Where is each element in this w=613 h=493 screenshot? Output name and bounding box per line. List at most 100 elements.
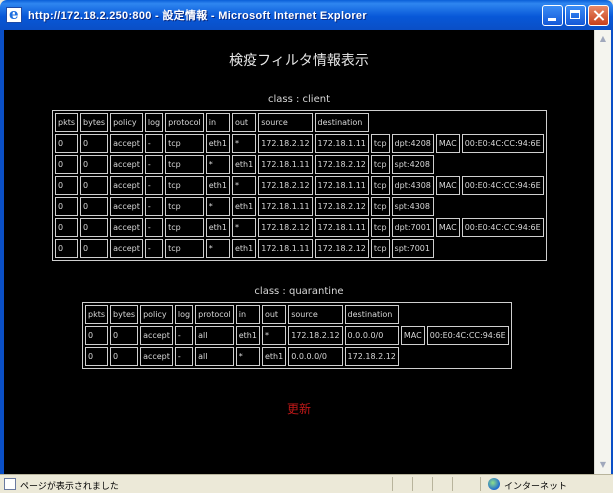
table-cell: 0: [55, 218, 79, 237]
table-cell: eth1: [235, 326, 260, 345]
table-row: 0 0 accept - tcp * eth1 172.18.1.11 172.18.2.12 t…: [55, 197, 544, 216]
table-cell: 172.18.2.12: [258, 218, 313, 237]
table-cell: eth1: [231, 155, 257, 174]
table-cell: tcp: [370, 239, 390, 258]
table-cell: 00:E0:4C:CC:94:6E: [461, 218, 544, 237]
column-header: protocol: [195, 305, 234, 324]
table-cell: 0: [110, 326, 139, 345]
table-cell: accept: [140, 347, 173, 366]
table-cell: 172.18.2.12: [314, 197, 369, 216]
table-cell: eth1: [205, 134, 230, 153]
table-cell: tcp: [165, 134, 204, 153]
table-cell: *: [231, 134, 257, 153]
table-row: 0 0 accept - tcp eth1 * 172.18.2.12 172.18.1.11 t…: [55, 134, 544, 153]
column-header: out: [261, 305, 287, 324]
table-cell: accept: [110, 134, 143, 153]
column-header: log: [144, 113, 164, 132]
table-cell: 172.18.1.11: [314, 218, 369, 237]
table-cell: 0: [110, 347, 139, 366]
table-cell: MAC: [400, 326, 425, 345]
table-cell: dpt:7001: [391, 218, 434, 237]
status-divider: [452, 477, 453, 491]
table-cell: 172.18.2.12: [258, 176, 313, 195]
status-bar: ページが表示されました インターネット: [0, 474, 613, 493]
minimize-button[interactable]: [542, 5, 563, 26]
table-cell: 0: [85, 347, 109, 366]
status-text: ページが表示されました: [20, 482, 119, 492]
table-cell: accept: [110, 176, 143, 195]
column-header: log: [174, 305, 194, 324]
client-section-title: class : client: [267, 94, 331, 105]
table-cell: 0: [55, 197, 79, 216]
table-cell: MAC: [435, 176, 460, 195]
page-title: 検疫フィルタ情報表示: [229, 53, 369, 69]
table-cell: tcp: [370, 176, 390, 195]
table-cell: accept: [110, 239, 143, 258]
table-cell: accept: [110, 197, 143, 216]
table-row: 0 0 accept - all * eth1 0.0.0.0/0 172.18.2.12: [85, 347, 509, 366]
table-cell: spt:4308: [391, 197, 434, 216]
table-cell: 172.18.2.12: [288, 326, 343, 345]
vertical-scrollbar[interactable]: ▲ ▼: [594, 30, 611, 474]
table-cell: 0: [80, 197, 109, 216]
table-cell: tcp: [165, 239, 204, 258]
scroll-down-arrow-icon[interactable]: ▼: [596, 458, 610, 472]
table-cell: all: [195, 347, 234, 366]
status-divider: [392, 477, 393, 491]
table-cell: -: [174, 347, 194, 366]
quarantine-rules-table: pkts bytes policy log protocol in out source des…: [82, 302, 512, 369]
column-header: pkts: [55, 113, 79, 132]
maximize-button[interactable]: [565, 5, 586, 26]
table-cell: tcp: [370, 155, 390, 174]
column-header: destination: [314, 113, 369, 132]
column-header: out: [231, 113, 257, 132]
column-header: policy: [140, 305, 173, 324]
table-cell: 172.18.2.12: [314, 239, 369, 258]
zone-text: インターネット: [504, 482, 568, 492]
table-header-row: pkts bytes policy log protocol in out source des…: [85, 305, 509, 324]
column-header: in: [205, 113, 230, 132]
table-row: 0 0 accept - tcp * eth1 172.18.1.11 172.18.2.12 t…: [55, 155, 544, 174]
table-cell: 172.18.2.12: [344, 347, 399, 366]
table-cell: -: [144, 239, 164, 258]
table-row: 0 0 accept - tcp eth1 * 172.18.2.12 172.18.1.11 t…: [55, 218, 544, 237]
window-titlebar[interactable]: http://172.18.2.250:800 - 設定情報 - Microso…: [0, 0, 613, 30]
table-cell: tcp: [165, 218, 204, 237]
table-cell: 0: [80, 239, 109, 258]
column-header: source: [258, 113, 313, 132]
table-cell: 0: [80, 176, 109, 195]
table-cell: tcp: [370, 218, 390, 237]
table-cell: -: [174, 326, 194, 345]
quarantine-section-title: class : quarantine: [254, 286, 344, 297]
table-cell: -: [144, 155, 164, 174]
table-cell: -: [144, 134, 164, 153]
table-cell: dpt:4208: [391, 134, 434, 153]
table-cell: *: [231, 176, 257, 195]
table-cell: *: [205, 155, 230, 174]
table-cell: tcp: [165, 176, 204, 195]
table-cell: 172.18.1.11: [314, 134, 369, 153]
close-button[interactable]: [588, 5, 609, 26]
column-header: bytes: [80, 113, 109, 132]
table-cell: eth1: [231, 239, 257, 258]
table-cell: 0.0.0.0/0: [288, 347, 343, 366]
table-cell: 00:E0:4C:CC:94:6E: [426, 326, 509, 345]
column-header: protocol: [165, 113, 204, 132]
scroll-up-arrow-icon[interactable]: ▲: [596, 32, 610, 46]
client-rules-table: pkts bytes policy log protocol in out source des…: [52, 110, 547, 261]
table-cell: eth1: [231, 197, 257, 216]
table-cell: tcp: [370, 197, 390, 216]
update-link[interactable]: 更新: [4, 400, 594, 417]
table-cell: *: [205, 197, 230, 216]
status-divider: [480, 477, 481, 491]
table-cell: 0: [85, 326, 109, 345]
table-cell: 172.18.2.12: [314, 155, 369, 174]
internet-zone-icon: [488, 478, 500, 490]
table-cell: -: [144, 176, 164, 195]
table-cell: dpt:4308: [391, 176, 434, 195]
table-cell: 0: [55, 176, 79, 195]
table-cell: -: [144, 197, 164, 216]
table-cell: 00:E0:4C:CC:94:6E: [461, 134, 544, 153]
table-cell: 0: [55, 134, 79, 153]
table-cell: accept: [140, 326, 173, 345]
